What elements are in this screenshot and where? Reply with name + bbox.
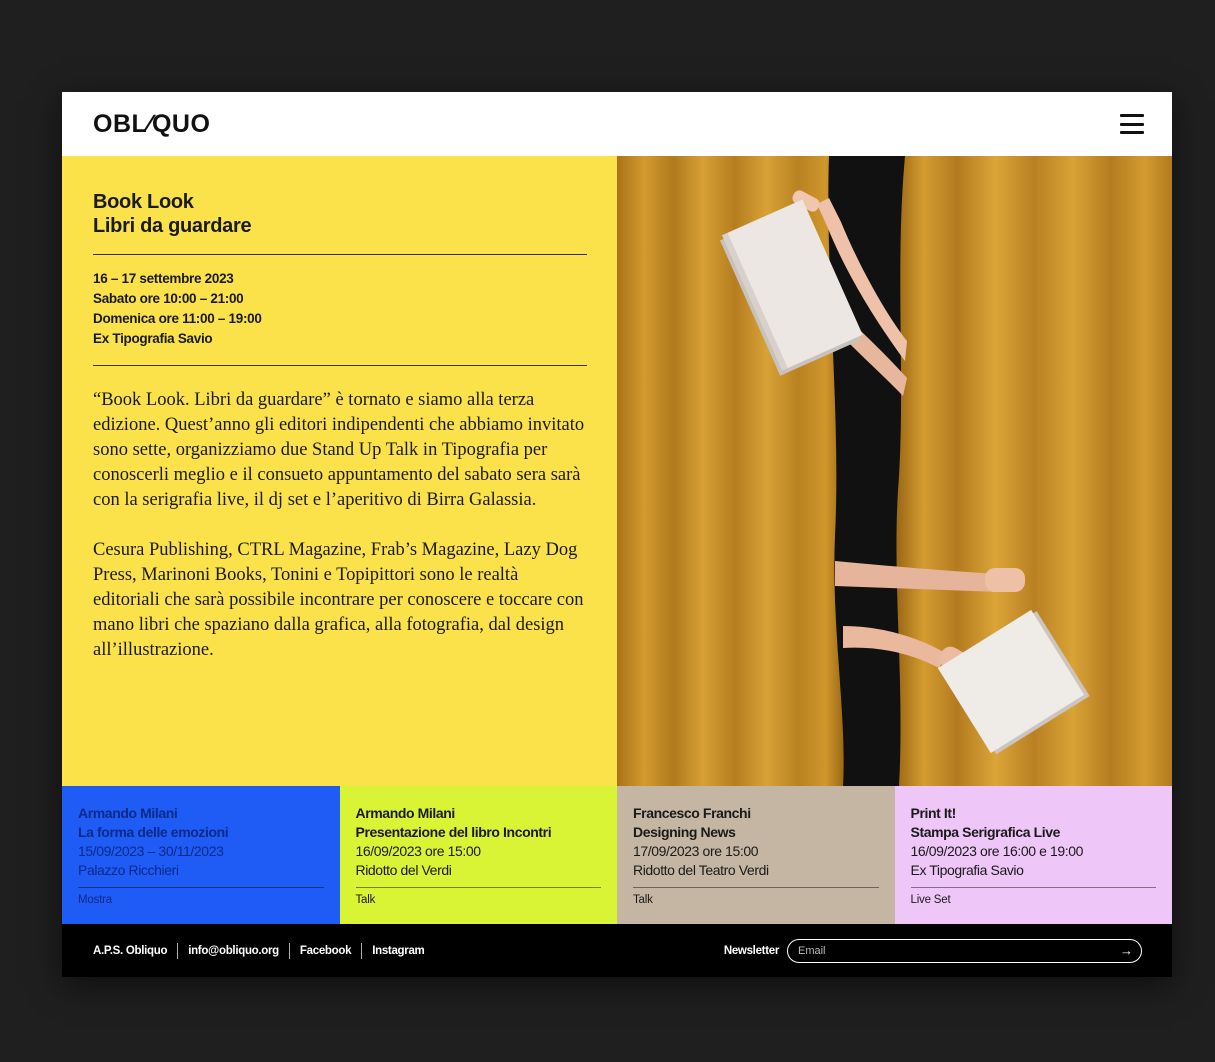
card-divider: [633, 887, 879, 888]
footer-separator: [361, 942, 363, 959]
event-info: 16 – 17 settembre 2023 Sabato ore 10:00 …: [93, 269, 587, 349]
curtain-hands-books-image: [617, 156, 1172, 786]
event-title-line2: Libri da guardare: [93, 215, 252, 237]
event-saturday-hours: Sabato ore 10:00 – 21:00: [93, 291, 244, 306]
card-author: Print It!: [910, 805, 957, 821]
description-paragraph: Cesura Publishing, CTRL Magazine, Frab’s…: [93, 540, 584, 660]
card-divider: [78, 887, 324, 888]
event-sunday-hours: Domenica ore 11:00 – 19:00: [93, 311, 262, 326]
card-place: Ridotto del Teatro Verdi: [633, 862, 769, 878]
card-category: Talk: [355, 894, 376, 906]
card-title: Stampa Serigrafica Live: [910, 824, 1061, 840]
hero-section: Book Look Libri da guardare 16 – 17 sett…: [62, 156, 1172, 786]
card-title: Presentazione del libro Incontri: [355, 824, 552, 840]
newsletter-label: Newsletter: [723, 944, 779, 957]
site-logo[interactable]: OBL∕QUO: [93, 110, 210, 139]
card-place: Ridotto del Verdi: [355, 862, 452, 878]
event-description: “Book Look. Libri da guardare” è tornato…: [93, 388, 587, 663]
newsletter-form: Newsletter →: [723, 938, 1142, 963]
newsletter-email-box: →: [787, 938, 1142, 963]
site-footer: A.P.S. Obliquo info@obliquo.org Facebook…: [62, 924, 1172, 977]
card-author: Armando Milani: [355, 805, 456, 821]
card-date: 17/09/2023 ore 15:00: [633, 843, 759, 859]
event-panel: Book Look Libri da guardare 16 – 17 sett…: [62, 156, 617, 786]
footer-email-link[interactable]: info@obliquo.org: [188, 945, 279, 957]
arrow-right-icon[interactable]: →: [1120, 943, 1133, 958]
card-date: 15/09/2023 – 30/11/2023: [78, 843, 224, 859]
divider: [93, 365, 587, 366]
hero-photo: [617, 156, 1172, 786]
footer-facebook-link[interactable]: Facebook: [300, 945, 352, 957]
newsletter-email-input[interactable]: [798, 944, 1098, 957]
description-paragraph: “Book Look. Libri da guardare” è tornato…: [93, 390, 585, 510]
footer-links: A.P.S. Obliquo info@obliquo.org Facebook…: [93, 942, 425, 959]
card-category: Talk: [633, 894, 653, 906]
card-divider: [910, 887, 1156, 888]
menu-bar: [1120, 114, 1144, 117]
card-author: Armando Milani: [78, 805, 178, 821]
event-title: Book Look Libri da guardare: [93, 190, 587, 238]
site-header: OBL∕QUO: [62, 92, 1172, 156]
event-title-line1: Book Look: [93, 191, 194, 213]
footer-org-link[interactable]: A.P.S. Obliquo: [93, 945, 167, 957]
divider: [93, 254, 587, 255]
event-cards: Armando Milani La forma delle emozioni 1…: [62, 786, 1172, 924]
event-dates: 16 – 17 settembre 2023: [93, 271, 234, 286]
hamburger-menu-icon[interactable]: [1120, 114, 1144, 134]
card-place: Palazzo Ricchieri: [78, 862, 179, 878]
card-author: Francesco Franchi: [633, 805, 751, 821]
event-card[interactable]: Armando Milani La forma delle emozioni 1…: [62, 786, 340, 924]
menu-bar: [1120, 131, 1144, 134]
card-category: Live Set: [910, 894, 951, 906]
website-frame: OBL∕QUO Book Look Libri da guardare 16 –…: [62, 92, 1172, 977]
card-title: La forma delle emozioni: [78, 824, 229, 840]
card-divider: [355, 887, 601, 888]
event-card[interactable]: Print It! Stampa Serigrafica Live 16/09/…: [894, 786, 1172, 924]
menu-bar: [1120, 122, 1144, 126]
footer-separator: [288, 942, 290, 959]
card-category: Mostra: [78, 894, 112, 906]
card-date: 16/09/2023 ore 16:00 e 19:00: [910, 843, 1084, 859]
card-date: 16/09/2023 ore 15:00: [355, 843, 482, 859]
event-card[interactable]: Armando Milani Presentazione del libro I…: [339, 786, 617, 924]
card-title: Designing News: [633, 824, 736, 840]
event-card[interactable]: Francesco Franchi Designing News 17/09/2…: [617, 786, 895, 924]
footer-separator: [177, 942, 179, 959]
footer-instagram-link[interactable]: Instagram: [372, 945, 425, 957]
card-place: Ex Tipografia Savio: [910, 862, 1024, 878]
event-location: Ex Tipografia Savio: [93, 331, 213, 346]
